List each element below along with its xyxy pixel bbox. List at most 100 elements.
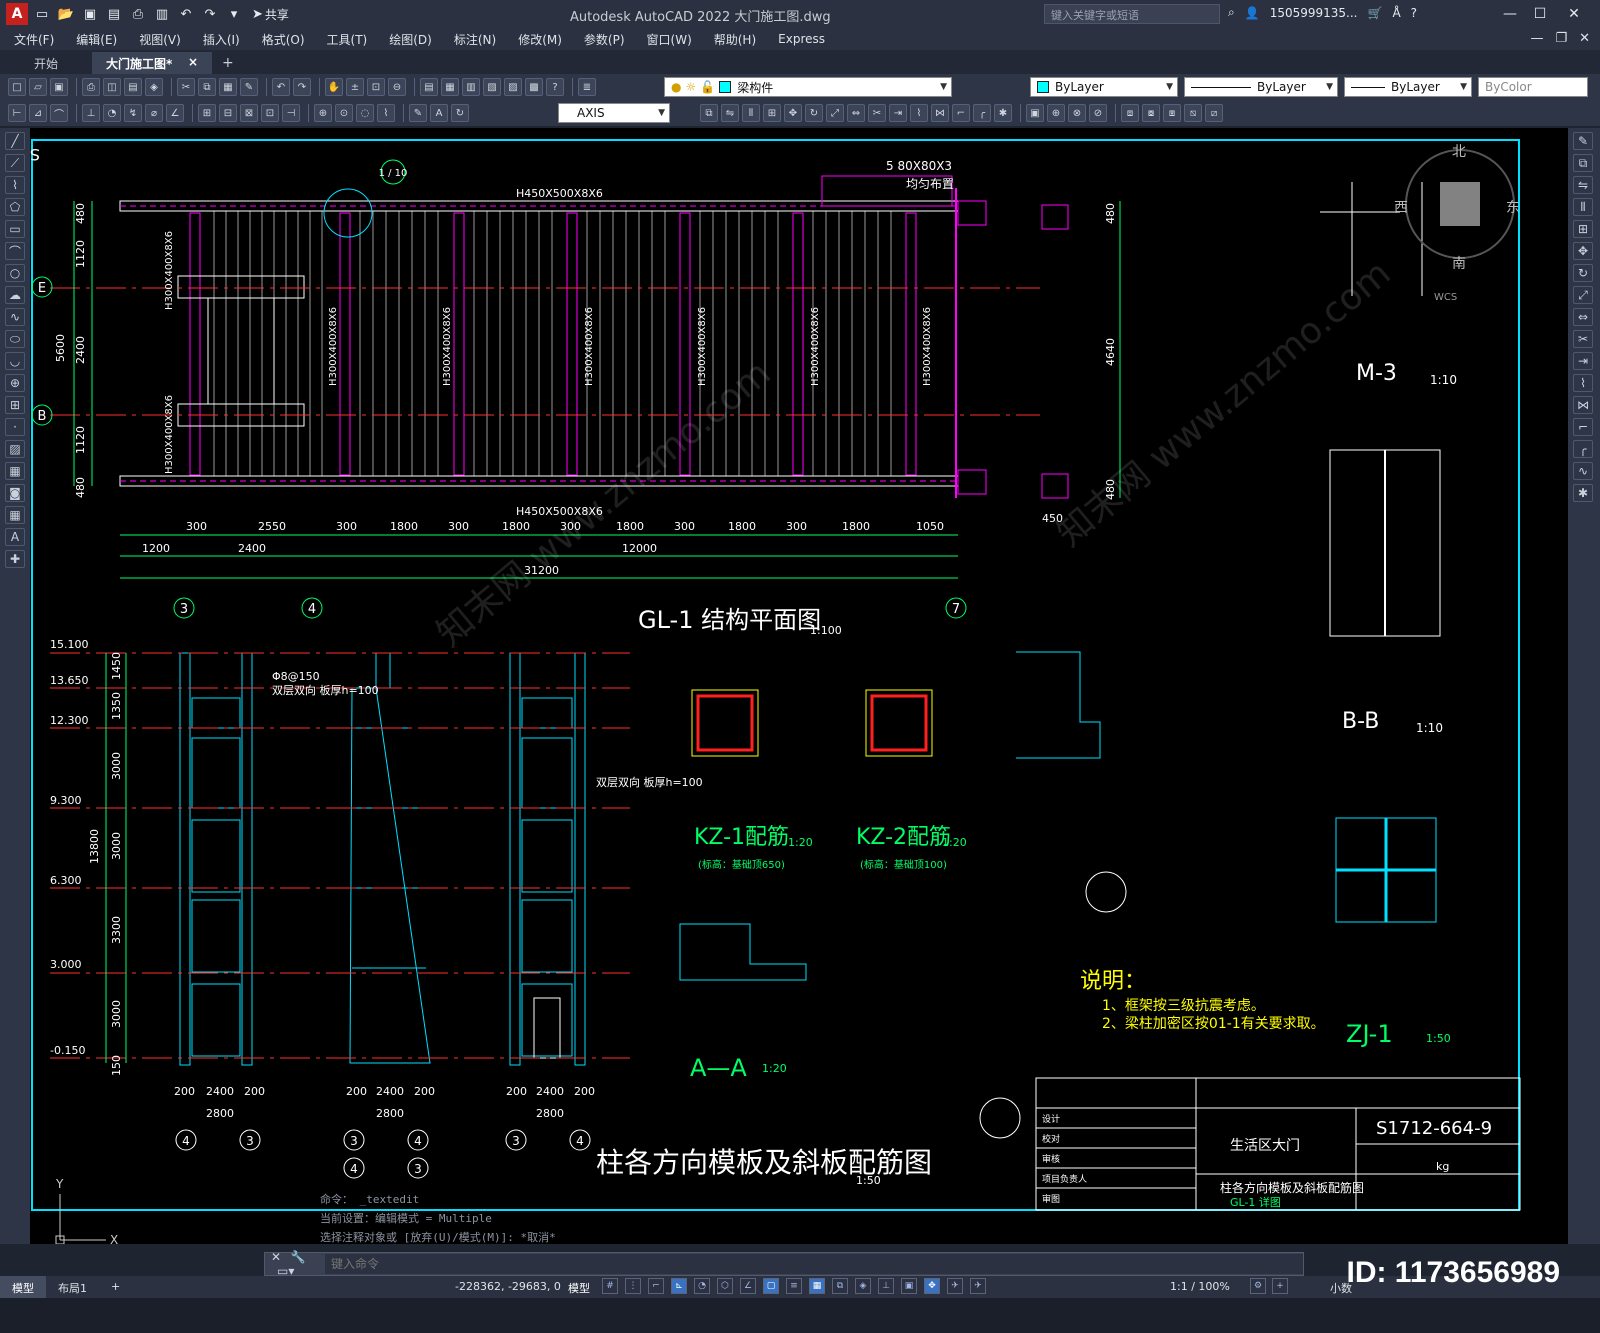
doc-restore-icon[interactable]: ❐ xyxy=(1555,31,1567,46)
dim-linear-icon[interactable]: ⊢ xyxy=(8,104,26,122)
grid-icon[interactable]: # xyxy=(602,1278,618,1294)
revcloud-icon[interactable]: ☁ xyxy=(5,286,25,304)
iso-icon[interactable]: ⬡ xyxy=(717,1278,733,1294)
publish-icon[interactable]: ⎙ xyxy=(128,4,148,24)
dim-jogged-icon[interactable]: ↯ xyxy=(124,104,142,122)
explode-icon[interactable]: ✱ xyxy=(994,104,1012,122)
viewcube-face[interactable] xyxy=(1440,182,1480,226)
dim-break-icon[interactable]: ⊣ xyxy=(282,104,300,122)
share-icon[interactable]: ➤ 共享 xyxy=(248,4,293,24)
dim-baseline-icon[interactable]: ⊟ xyxy=(219,104,237,122)
design-center-icon[interactable]: ▦ xyxy=(441,78,459,96)
dim-aligned-icon[interactable]: ⊿ xyxy=(29,104,47,122)
stretch-side-icon[interactable]: ⇔ xyxy=(1573,308,1593,326)
save-as-icon[interactable]: ▤ xyxy=(104,4,124,24)
infer-icon[interactable]: ⌐ xyxy=(648,1278,664,1294)
new-tab-button[interactable]: + xyxy=(212,52,244,74)
annotation-monitor-icon[interactable]: + xyxy=(1272,1278,1288,1294)
account-icon[interactable]: Å xyxy=(1392,6,1400,20)
stretch-icon[interactable]: ⇔ xyxy=(847,104,865,122)
array-side-icon[interactable]: ⊞ xyxy=(1573,220,1593,238)
3dprint-icon[interactable]: ◈ xyxy=(145,78,163,96)
open-icon[interactable]: ▱ xyxy=(29,78,47,96)
selection-cycling-icon[interactable]: ⧉ xyxy=(832,1278,848,1294)
trim-icon[interactable]: ✂ xyxy=(868,104,886,122)
properties-icon[interactable]: ▤ xyxy=(420,78,438,96)
lineweight-icon[interactable]: ≡ xyxy=(786,1278,802,1294)
polar-icon[interactable]: ◔ xyxy=(694,1278,710,1294)
search-icon[interactable]: ⌕ xyxy=(1228,5,1235,20)
region-icon[interactable]: ◙ xyxy=(5,484,25,502)
bring-front-icon[interactable]: ⧇ xyxy=(1142,104,1160,122)
tool-palettes-icon[interactable]: ▥ xyxy=(462,78,480,96)
chamfer-icon[interactable]: ⌐ xyxy=(952,104,970,122)
help-toolbar-icon[interactable]: ? xyxy=(546,78,564,96)
menu-tools[interactable]: 工具(T) xyxy=(327,31,368,48)
open-file-icon[interactable]: 📂 xyxy=(56,4,76,24)
new-file-icon[interactable]: ▭ xyxy=(32,4,52,24)
sheet-set-icon[interactable]: ▧ xyxy=(483,78,501,96)
3d-osnap-icon[interactable]: ◈ xyxy=(855,1278,871,1294)
insert-icon[interactable]: ⊕ xyxy=(5,374,25,392)
circle-icon[interactable]: ○ xyxy=(5,264,25,282)
fillet-side-icon[interactable]: ╭ xyxy=(1573,440,1593,458)
menu-edit[interactable]: 编辑(E) xyxy=(76,31,117,48)
zoom-realtime-icon[interactable]: ± xyxy=(346,78,364,96)
scale-icon[interactable]: ⤢ xyxy=(826,104,844,122)
annotation-visibility-icon[interactable]: ✈ xyxy=(947,1278,963,1294)
cut-icon[interactable]: ✂ xyxy=(177,78,195,96)
paste-icon[interactable]: ▦ xyxy=(219,78,237,96)
workspace-gear-icon[interactable]: ⚙ xyxy=(1250,1278,1266,1294)
calculator-icon[interactable]: ▩ xyxy=(525,78,543,96)
wrench-icon[interactable]: 🔧 xyxy=(291,1250,306,1264)
xref-icon[interactable]: ⊗ xyxy=(1068,104,1086,122)
spline-icon[interactable]: ∿ xyxy=(5,308,25,326)
snap-icon[interactable]: ⋮ xyxy=(625,1278,641,1294)
dim-edit-icon[interactable]: ✎ xyxy=(409,104,427,122)
dim-radius-icon[interactable]: ◔ xyxy=(103,104,121,122)
menu-format[interactable]: 格式(O) xyxy=(262,31,305,48)
tolerance-icon[interactable]: ⊕ xyxy=(314,104,332,122)
dynamic-ucs-icon[interactable]: ⊥ xyxy=(878,1278,894,1294)
transparency-icon[interactable]: ▦ xyxy=(809,1278,825,1294)
center-mark-icon[interactable]: ⊙ xyxy=(335,104,353,122)
dim-space-icon[interactable]: ⊡ xyxy=(261,104,279,122)
dim-ordinate-icon[interactable]: ⊥ xyxy=(82,104,100,122)
preview-icon[interactable]: ◫ xyxy=(103,78,121,96)
menu-view[interactable]: 视图(V) xyxy=(139,31,181,48)
join-side-icon[interactable]: ⋈ xyxy=(1573,396,1593,414)
viewcube[interactable]: 北 南 东 西 WCS xyxy=(1394,144,1520,303)
copy-obj-icon[interactable]: ⧉ xyxy=(700,104,718,122)
user-icon[interactable]: 👤 xyxy=(1245,6,1260,20)
zoom-window-icon[interactable]: ⊡ xyxy=(367,78,385,96)
add-layout-button[interactable]: + xyxy=(99,1276,132,1298)
menu-parametric[interactable]: 参数(P) xyxy=(584,31,625,48)
menu-help[interactable]: 帮助(H) xyxy=(714,31,756,48)
mirror-icon[interactable]: ⇋ xyxy=(721,104,739,122)
point-icon[interactable]: · xyxy=(5,418,25,436)
join-icon[interactable]: ⋈ xyxy=(931,104,949,122)
blend-side-icon[interactable]: ∿ xyxy=(1573,462,1593,480)
help-search-input[interactable]: 键入关键字或短语 xyxy=(1044,4,1220,24)
fillet-icon[interactable]: ╭ xyxy=(973,104,991,122)
color-dropdown[interactable]: ByLayer ▼ xyxy=(1030,77,1178,97)
text-front-icon[interactable]: ⧅ xyxy=(1184,104,1202,122)
redo-toolbar-icon[interactable]: ↷ xyxy=(293,78,311,96)
jogged-linear-icon[interactable]: ⌇ xyxy=(377,104,395,122)
qdim-icon[interactable]: ⊞ xyxy=(198,104,216,122)
mtext-icon[interactable]: A xyxy=(5,528,25,546)
copy-icon[interactable]: ⧉ xyxy=(198,78,216,96)
ellipse-arc-icon[interactable]: ◡ xyxy=(5,352,25,370)
publish-toolbar-icon[interactable]: ▤ xyxy=(124,78,142,96)
wcs-label[interactable]: WCS xyxy=(1434,292,1457,303)
rotate-side-icon[interactable]: ↻ xyxy=(1573,264,1593,282)
undo-toolbar-icon[interactable]: ↶ xyxy=(272,78,290,96)
break-side-icon[interactable]: ⌇ xyxy=(1573,374,1593,392)
scale-side-icon[interactable]: ⤢ xyxy=(1573,286,1593,304)
doc-close-icon[interactable]: ✕ xyxy=(1579,31,1590,46)
attach-icon[interactable]: ⊘ xyxy=(1089,104,1107,122)
selection-filter-icon[interactable]: ▣ xyxy=(901,1278,917,1294)
redo-icon[interactable]: ↷ xyxy=(200,4,220,24)
tab-close-icon[interactable]: × xyxy=(188,55,198,71)
menu-draw[interactable]: 绘图(D) xyxy=(389,31,432,48)
